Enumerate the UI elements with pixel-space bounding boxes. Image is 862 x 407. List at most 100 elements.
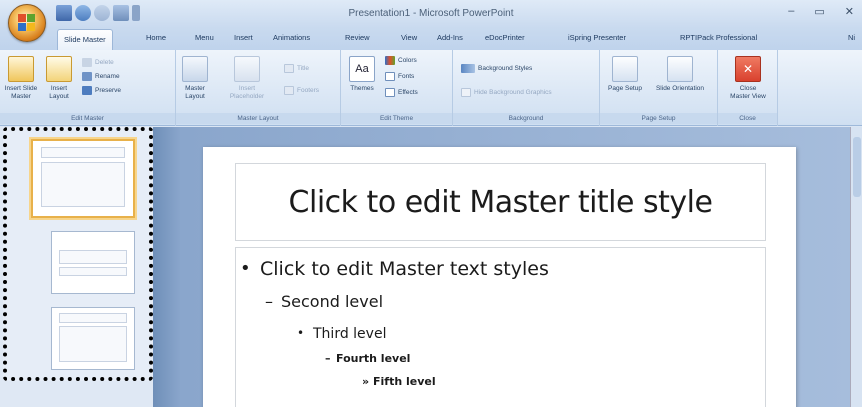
thumbnail-content-layout[interactable] xyxy=(51,307,135,370)
slide-orientation-label: Slide Orientation xyxy=(655,85,705,92)
themes-button[interactable]: Aa Themes xyxy=(345,56,379,93)
hide-background-graphics-checkbox[interactable]: Hide Background Graphics xyxy=(461,88,552,97)
insert-layout-button[interactable]: Insert Layout xyxy=(42,56,76,101)
group-label-edit-theme: Edit Theme xyxy=(341,113,452,124)
tab-add-ins[interactable]: Add-Ins xyxy=(437,33,463,42)
fonts-button[interactable]: Fonts xyxy=(385,72,414,81)
group-background: Background Styles Hide Background Graphi… xyxy=(453,50,600,126)
minimize-button[interactable]: – xyxy=(788,5,794,18)
group-label-background: Background xyxy=(453,113,599,124)
slide-orientation-icon xyxy=(667,56,693,82)
office-button[interactable] xyxy=(8,4,46,42)
thumbnail-slide-master[interactable] xyxy=(31,139,135,218)
tab-view[interactable]: View xyxy=(401,33,417,42)
level-1-bullet: • xyxy=(240,258,251,279)
level-3-text: Third level xyxy=(313,326,387,342)
ribbon: Insert Slide Master Insert Layout Delete… xyxy=(0,50,862,126)
preserve-button[interactable]: Preserve xyxy=(82,86,121,95)
hide-background-graphics-icon xyxy=(461,88,471,97)
tab-slide-master[interactable]: Slide Master xyxy=(57,29,113,50)
master-layout-label: Master Layout xyxy=(185,85,205,100)
thumbnail-title-placeholder xyxy=(58,312,128,323)
level-4-bullet: – xyxy=(325,352,331,365)
thumbnail-subtitle-placeholder xyxy=(58,267,128,276)
footers-checkbox-label: Footers xyxy=(297,87,320,94)
footers-checkbox[interactable]: Footers xyxy=(284,86,319,95)
preserve-icon xyxy=(82,86,92,95)
slide-orientation-button[interactable]: Slide Orientation xyxy=(654,56,706,93)
tab-edocprinter[interactable]: eDocPrinter xyxy=(485,33,525,42)
close-master-view-icon: ✕ xyxy=(735,56,761,82)
title-checkbox-label: Title xyxy=(297,65,310,72)
effects-button[interactable]: Effects xyxy=(385,88,418,97)
title-checkbox-icon xyxy=(284,64,294,73)
rename-button[interactable]: Rename xyxy=(82,72,120,81)
slide-canvas[interactable]: Click to edit Master title style • Click… xyxy=(203,147,796,407)
delete-icon xyxy=(82,58,92,67)
background-styles-button[interactable]: Background Styles xyxy=(461,64,532,73)
group-edit-theme: Aa Themes Colors Fonts Effects Edit Them… xyxy=(341,50,453,126)
thumbnail-title-layout[interactable] xyxy=(51,231,135,294)
group-edit-master: Insert Slide Master Insert Layout Delete… xyxy=(0,50,176,126)
vertical-scrollbar[interactable] xyxy=(850,127,862,407)
slides-pane[interactable] xyxy=(3,127,153,381)
thumbnail-title-placeholder xyxy=(58,250,128,264)
group-label-master-layout: Master Layout xyxy=(176,113,340,124)
tab-menu[interactable]: Menu xyxy=(195,33,214,42)
hide-background-graphics-label: Hide Background Graphics xyxy=(474,89,552,96)
page-setup-label: Page Setup xyxy=(608,85,642,92)
tab-rptipack-professional[interactable]: RPTIPack Professional xyxy=(680,33,757,42)
scrollbar-thumb[interactable] xyxy=(853,137,861,197)
title-bar: Presentation1 - Microsoft PowerPoint – ▭… xyxy=(0,0,862,28)
level-5-text: Fifth level xyxy=(373,375,436,388)
master-layout-icon xyxy=(182,56,208,82)
level-4-text: Fourth level xyxy=(336,352,411,365)
effects-icon xyxy=(385,88,395,97)
page-setup-button[interactable]: Page Setup xyxy=(608,56,642,93)
tab-insert[interactable]: Insert xyxy=(234,33,253,42)
tab-animations[interactable]: Animations xyxy=(273,33,310,42)
insert-placeholder-label: Insert Placeholder xyxy=(229,85,265,100)
themes-label: Themes xyxy=(350,85,374,92)
delete-button[interactable]: Delete xyxy=(82,58,114,67)
tab-ispring-presenter[interactable]: iSpring Presenter xyxy=(568,33,626,42)
title-checkbox[interactable]: Title xyxy=(284,64,309,73)
level-3-bullet: • xyxy=(297,326,305,340)
colors-button[interactable]: Colors xyxy=(385,56,417,65)
thumbnail-body-placeholder xyxy=(41,162,125,207)
rename-label: Rename xyxy=(95,73,120,80)
master-text-placeholder[interactable]: • Click to edit Master text styles – Sec… xyxy=(235,247,766,407)
master-title-text: Click to edit Master title style xyxy=(288,184,713,220)
preserve-label: Preserve xyxy=(95,87,122,94)
maximize-button[interactable]: ▭ xyxy=(814,5,824,18)
group-label-edit-master: Edit Master xyxy=(0,113,175,124)
close-master-view-button[interactable]: ✕ Close Master View xyxy=(730,56,766,101)
colors-icon xyxy=(385,56,395,65)
master-layout-button[interactable]: Master Layout xyxy=(178,56,212,101)
delete-label: Delete xyxy=(95,59,114,66)
background-styles-icon xyxy=(461,64,475,73)
insert-placeholder-icon xyxy=(234,56,260,82)
level-1-text: Click to edit Master text styles xyxy=(260,258,549,280)
colors-label: Colors xyxy=(398,57,417,64)
tab-home[interactable]: Home xyxy=(146,33,166,42)
window-controls: – ▭ ✕ xyxy=(788,5,854,18)
rename-icon xyxy=(82,72,92,81)
master-title-placeholder[interactable]: Click to edit Master title style xyxy=(235,163,766,241)
level-5-bullet: » xyxy=(362,375,370,388)
close-window-button[interactable]: ✕ xyxy=(845,5,854,18)
insert-slide-master-button[interactable]: Insert Slide Master xyxy=(4,56,38,101)
insert-placeholder-button[interactable]: Insert Placeholder xyxy=(222,56,272,101)
close-master-view-label: Close Master View xyxy=(730,85,766,100)
office-logo-icon xyxy=(18,14,36,32)
themes-icon: Aa xyxy=(349,56,375,82)
tab-overflow[interactable]: Ni xyxy=(848,33,855,42)
window-title: Presentation1 - Microsoft PowerPoint xyxy=(348,8,514,19)
group-close: ✕ Close Master View Close xyxy=(718,50,778,126)
tab-review[interactable]: Review xyxy=(345,33,370,42)
group-label-close: Close xyxy=(718,113,777,124)
thumbnail-title-placeholder xyxy=(41,147,125,158)
thumbnail-body-placeholder xyxy=(58,326,128,362)
insert-slide-master-icon xyxy=(8,56,34,82)
group-page-setup: Page Setup Slide Orientation Page Setup xyxy=(600,50,718,126)
